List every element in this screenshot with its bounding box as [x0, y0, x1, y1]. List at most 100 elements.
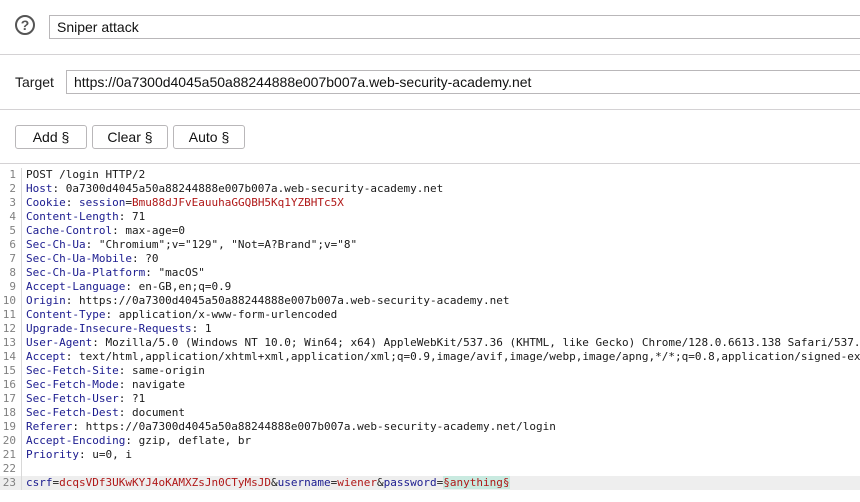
request-line: 5 Cache-Control: max-age=0	[0, 224, 860, 238]
separator: :	[85, 238, 99, 251]
line-number: 15	[0, 364, 22, 378]
request-line: 11 Content-Type: application/x-www-form-u…	[0, 308, 860, 322]
separator: &	[377, 476, 384, 489]
separator: :	[65, 350, 79, 363]
header-value: "macOS"	[158, 266, 205, 279]
line-number: 20	[0, 434, 22, 448]
header-value: document	[131, 406, 185, 419]
header-name: Cookie	[26, 196, 66, 209]
line-number: 14	[0, 350, 22, 364]
request-line: 4 Content-Length: 71	[0, 210, 860, 224]
param-name: csrf	[26, 476, 53, 489]
attack-name-field[interactable]: Sniper attack	[49, 15, 860, 39]
attack-name-row: ? Sniper attack	[0, 0, 860, 54]
separator: &	[271, 476, 278, 489]
header-name: Content-Type	[26, 308, 106, 321]
line-number: 1	[0, 168, 22, 182]
line-number: 11	[0, 308, 22, 322]
header-name: Sec-Fetch-Site	[26, 364, 119, 377]
header-name: Host	[26, 182, 53, 195]
param-name: password	[383, 476, 437, 489]
target-row: Target https://0a7300d4045a50a88244888e0…	[0, 55, 860, 109]
header-value: 71	[131, 210, 146, 223]
request-line: 2 Host: 0a7300d4045a50a88244888e007b007a.…	[0, 182, 860, 196]
header-name: Upgrade-Insecure-Requests	[26, 322, 192, 335]
header-value: same-origin	[131, 364, 205, 377]
line-number: 9	[0, 280, 22, 294]
header-name: Sec-Ch-Ua	[26, 238, 86, 251]
auto-markers-button[interactable]: Auto §	[173, 125, 245, 149]
separator: :	[78, 448, 93, 461]
line-number: 21	[0, 448, 22, 462]
separator: :	[92, 336, 106, 349]
header-value: en-GB,en;q=0.9	[138, 280, 232, 293]
header-name: Sec-Fetch-Dest	[26, 406, 119, 419]
header-name: Sec-Fetch-User	[26, 392, 119, 405]
request-line: 22	[0, 462, 860, 476]
request-line: 12 Upgrade-Insecure-Requests: 1	[0, 322, 860, 336]
header-name: Referer	[26, 420, 73, 433]
header-value: https://0a7300d4045a50a88244888e007b007a…	[85, 420, 556, 433]
line-number: 6	[0, 238, 22, 252]
header-value: max-age=0	[125, 224, 185, 237]
request-line: 16 Sec-Fetch-Mode: navigate	[0, 378, 860, 392]
line-number: 5	[0, 224, 22, 238]
separator: :	[118, 210, 132, 223]
line-number: 7	[0, 252, 22, 266]
separator: :	[72, 420, 86, 433]
header-name: Sec-Ch-Ua-Platform	[26, 266, 146, 279]
separator: :	[118, 364, 132, 377]
cookie-value: Bmu88dJFvEauuhaGGQBH5Kq1YZBHTc5X	[131, 196, 344, 209]
separator: :	[118, 392, 132, 405]
header-name: Cache-Control	[26, 224, 113, 237]
request-editor[interactable]: 1 POST /login HTTP/2 2 Host: 0a7300d4045a5…	[0, 164, 860, 502]
param-value: dcqsVDf3UKwKYJ4oKAMXZsJn0CTyMsJD	[59, 476, 272, 489]
separator: :	[112, 224, 126, 237]
target-label: Target	[15, 74, 54, 90]
payload-position-marker[interactable]: §anything§	[443, 476, 510, 489]
separator: :	[145, 266, 159, 279]
request-line: 3 Cookie: session=Bmu88dJFvEauuhaGGQBH5Kq…	[0, 196, 860, 210]
line-number: 16	[0, 378, 22, 392]
header-name: Accept	[26, 350, 66, 363]
target-url-field[interactable]: https://0a7300d4045a50a88244888e007b007a…	[66, 70, 860, 94]
request-line: 1 POST /login HTTP/2	[0, 168, 860, 182]
line-number: 13	[0, 336, 22, 350]
request-body-line: 23 csrf=dcqsVDf3UKwKYJ4oKAMXZsJn0CTyMsJD&…	[0, 476, 860, 490]
header-name: Accept-Language	[26, 280, 126, 293]
header-name: Sec-Ch-Ua-Mobile	[26, 252, 132, 265]
line-number: 12	[0, 322, 22, 336]
separator: :	[118, 378, 132, 391]
header-value: gzip, deflate, br	[138, 434, 252, 447]
separator: :	[191, 322, 205, 335]
separator: :	[125, 280, 139, 293]
header-value: 0a7300d4045a50a88244888e007b007a.web-sec…	[65, 182, 444, 195]
separator: :	[65, 196, 79, 209]
help-circle-icon[interactable]: ?	[15, 15, 35, 35]
request-line: 9 Accept-Language: en-GB,en;q=0.9	[0, 280, 860, 294]
line-number: 8	[0, 266, 22, 280]
param-name: username	[277, 476, 331, 489]
cookie-name: session	[79, 196, 126, 209]
separator: =	[125, 196, 132, 209]
request-lines: 1 POST /login HTTP/2 2 Host: 0a7300d4045a5…	[0, 164, 860, 490]
request-line: 21 Priority: u=0, i	[0, 448, 860, 462]
add-marker-button[interactable]: Add §	[15, 125, 87, 149]
separator: :	[52, 182, 66, 195]
header-value: "Chromium";v="129", "Not=A?Brand";v="8"	[98, 238, 358, 251]
payload-marker-toolbar: Add § Clear § Auto §	[0, 110, 860, 163]
line-number: 17	[0, 392, 22, 406]
header-name: Accept-Encoding	[26, 434, 126, 447]
line-number: 23	[0, 476, 22, 490]
header-name: Priority	[26, 448, 79, 461]
line-number: 10	[0, 294, 22, 308]
clear-markers-button[interactable]: Clear §	[92, 125, 168, 149]
separator: :	[65, 294, 79, 307]
line-number: 19	[0, 420, 22, 434]
param-value: wiener	[337, 476, 378, 489]
header-value: 1	[204, 322, 212, 335]
request-line: 18 Sec-Fetch-Dest: document	[0, 406, 860, 420]
header-name: User-Agent	[26, 336, 93, 349]
separator: :	[105, 308, 119, 321]
line-number: 18	[0, 406, 22, 420]
